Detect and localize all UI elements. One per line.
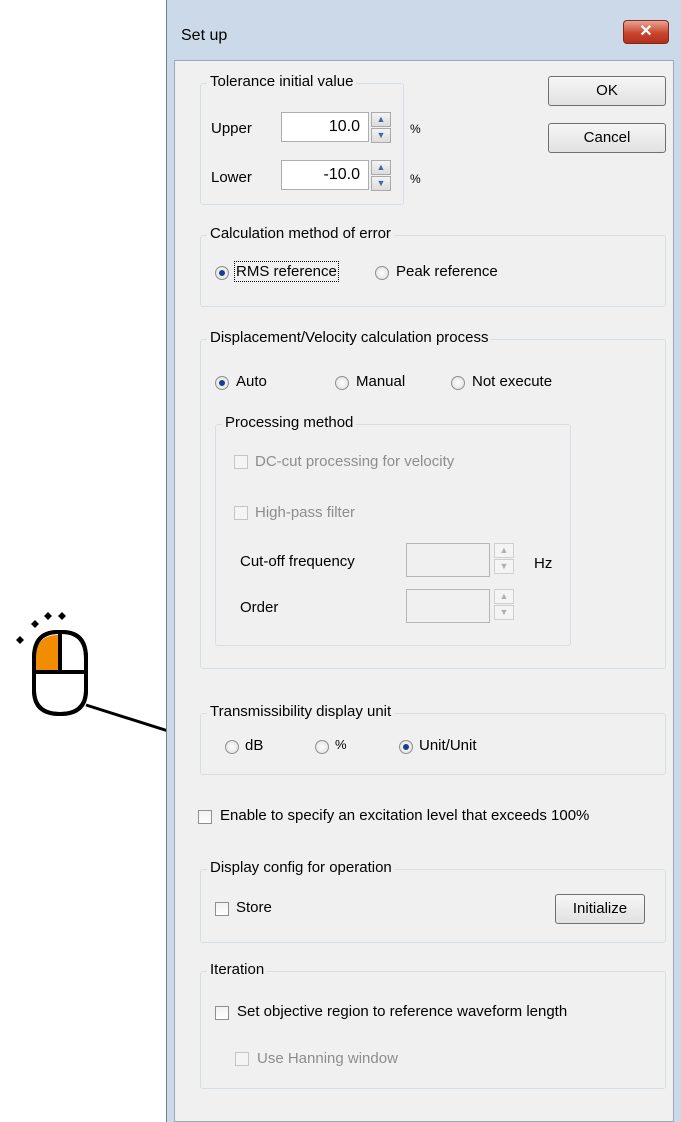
hanning-window-checkbox[interactable] <box>235 1052 249 1066</box>
dialog-client-area: Tolerance initial value Upper 10.0 ▲ ▼ %… <box>174 60 674 1122</box>
dc-cut-checkbox[interactable] <box>234 455 248 469</box>
lower-spinner[interactable]: ▲ ▼ <box>371 160 391 192</box>
spin-down-icon[interactable]: ▼ <box>371 128 391 143</box>
manual-radio[interactable] <box>335 376 349 390</box>
auto-label[interactable]: Auto <box>236 373 267 390</box>
processing-method-label: Processing method <box>222 414 357 431</box>
window-title: Set up <box>181 27 228 44</box>
peak-reference-radio[interactable] <box>375 266 389 280</box>
iteration-group-label: Iteration <box>207 961 268 978</box>
spin-up-icon[interactable]: ▲ <box>494 589 514 604</box>
spin-down-icon[interactable]: ▼ <box>494 605 514 620</box>
lower-value-input[interactable]: -10.0 <box>281 160 369 190</box>
peak-reference-label[interactable]: Peak reference <box>396 263 498 280</box>
unit-unit-radio[interactable] <box>399 740 413 754</box>
objective-region-label[interactable]: Set objective region to reference wavefo… <box>237 1003 567 1020</box>
tolerance-group: Tolerance initial value Upper 10.0 ▲ ▼ %… <box>200 73 421 205</box>
close-button[interactable]: ✕ <box>623 20 669 44</box>
spin-up-icon[interactable]: ▲ <box>371 112 391 127</box>
tolerance-group-label: Tolerance initial value <box>207 73 357 90</box>
sparkle-icon <box>31 620 39 628</box>
title-bar[interactable]: Set up ✕ <box>167 0 681 64</box>
manual-label[interactable]: Manual <box>356 373 405 390</box>
unit-unit-label[interactable]: Unit/Unit <box>419 737 477 754</box>
spin-down-icon[interactable]: ▼ <box>494 559 514 574</box>
db-label[interactable]: dB <box>245 737 263 754</box>
displacement-group-label: Displacement/Velocity calculation proces… <box>207 329 492 346</box>
cutoff-frequency-label: Cut-off frequency <box>240 553 355 570</box>
cutoff-unit: Hz <box>534 555 553 572</box>
calc-error-group-label: Calculation method of error <box>207 225 394 242</box>
upper-spinner[interactable]: ▲ ▼ <box>371 112 391 144</box>
excitation-level-checkbox[interactable] <box>198 810 212 824</box>
store-label[interactable]: Store <box>236 899 272 916</box>
high-pass-checkbox[interactable] <box>234 506 248 520</box>
store-checkbox[interactable] <box>215 902 229 916</box>
ok-button[interactable]: OK <box>548 76 666 106</box>
cancel-button[interactable]: Cancel <box>548 123 666 153</box>
lower-label: Lower <box>211 169 252 186</box>
spin-up-icon[interactable]: ▲ <box>371 160 391 175</box>
display-config-group-label: Display config for operation <box>207 859 395 876</box>
setup-dialog: Set up ✕ Tolerance initial value Upper 1… <box>166 0 681 1122</box>
display-config-group: Display config for operation Store Initi… <box>200 859 666 943</box>
spin-down-icon[interactable]: ▼ <box>371 176 391 191</box>
close-icon: ✕ <box>639 23 653 40</box>
upper-value-input[interactable]: 10.0 <box>281 112 369 142</box>
upper-unit: % <box>410 122 421 136</box>
rms-reference-label[interactable]: RMS reference <box>234 261 339 282</box>
spin-up-icon[interactable]: ▲ <box>494 543 514 558</box>
upper-label: Upper <box>211 120 252 137</box>
auto-radio[interactable] <box>215 376 229 390</box>
order-input[interactable] <box>406 589 490 623</box>
percent-label[interactable]: % <box>335 737 347 752</box>
not-execute-radio[interactable] <box>451 376 465 390</box>
displacement-group: Displacement/Velocity calculation proces… <box>200 329 666 669</box>
cutoff-frequency-spinner[interactable]: ▲ ▼ <box>494 543 514 575</box>
initialize-button[interactable]: Initialize <box>555 894 645 924</box>
excitation-level-label[interactable]: Enable to specify an excitation level th… <box>220 807 589 824</box>
order-spinner[interactable]: ▲ ▼ <box>494 589 514 621</box>
lower-unit: % <box>410 172 421 186</box>
dc-cut-label: DC-cut processing for velocity <box>255 453 455 470</box>
high-pass-label: High-pass filter <box>255 504 356 521</box>
order-label: Order <box>240 599 279 616</box>
calc-error-group: Calculation method of error RMS referenc… <box>200 225 666 307</box>
objective-region-checkbox[interactable] <box>215 1006 229 1020</box>
percent-radio[interactable] <box>315 740 329 754</box>
transmissibility-group-label: Transmissibility display unit <box>207 703 395 720</box>
transmissibility-group: Transmissibility display unit dB % Unit/… <box>200 703 666 775</box>
rms-reference-radio[interactable] <box>215 266 229 280</box>
iteration-group: Iteration Set objective region to refere… <box>200 961 666 1089</box>
hanning-window-label: Use Hanning window <box>257 1050 398 1067</box>
processing-method-group: Processing method DC-cut processing for … <box>215 414 571 646</box>
cutoff-frequency-input[interactable] <box>406 543 490 577</box>
db-radio[interactable] <box>225 740 239 754</box>
not-execute-label[interactable]: Not execute <box>472 373 552 390</box>
